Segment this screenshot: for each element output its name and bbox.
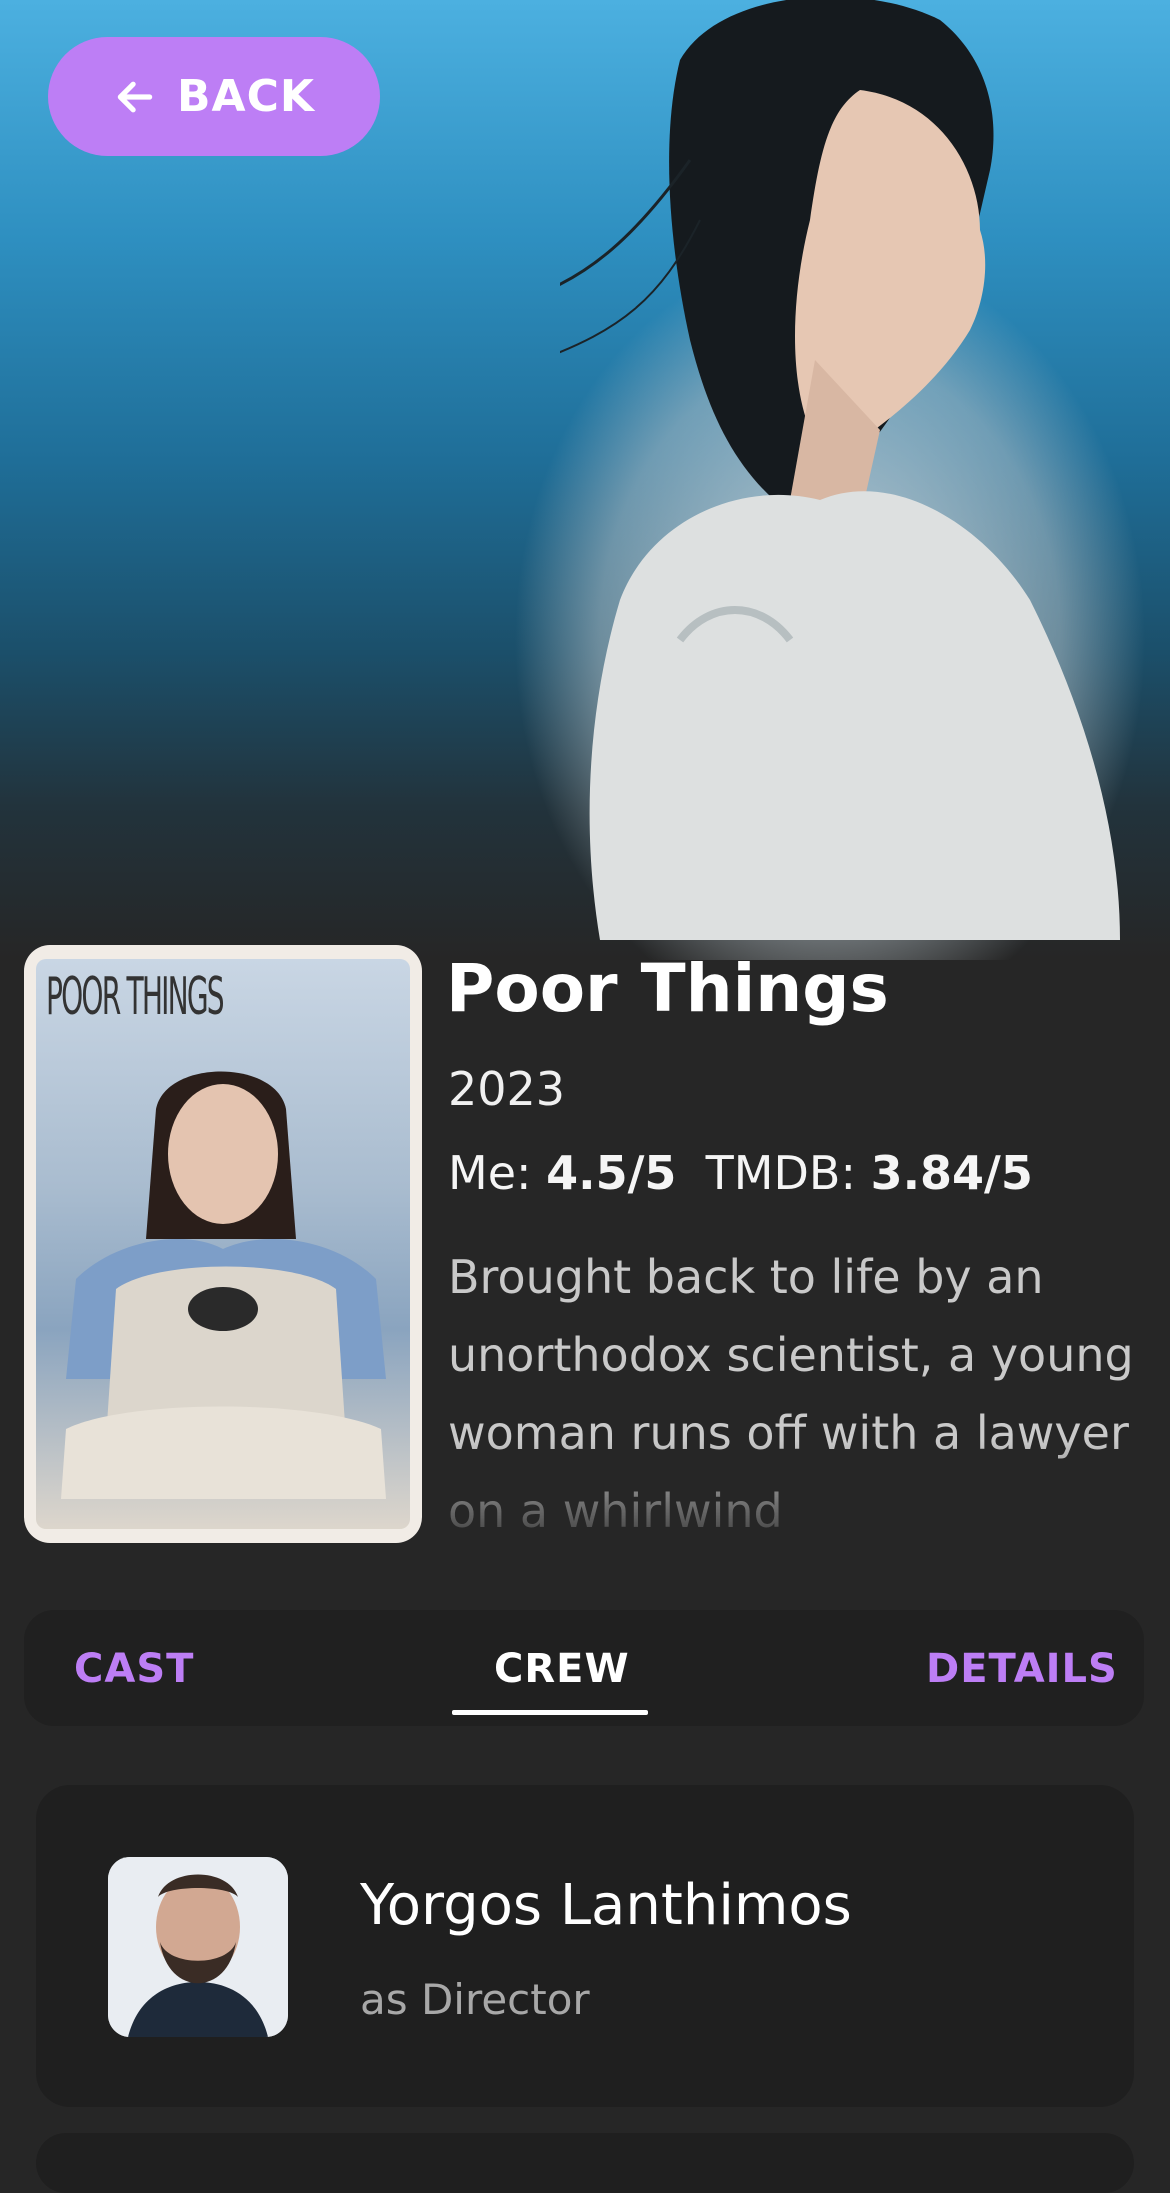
back-label: BACK bbox=[177, 71, 315, 122]
my-rating-value: 4.5/5 bbox=[546, 1146, 677, 1200]
backdrop-figure bbox=[560, 0, 1120, 940]
movie-year: 2023 bbox=[448, 1062, 566, 1116]
movie-poster: POOR THINGS bbox=[24, 945, 422, 1543]
active-tab-indicator bbox=[452, 1710, 648, 1715]
tmdb-rating-value: 3.84/5 bbox=[870, 1146, 1033, 1200]
movie-title: Poor Things bbox=[446, 950, 889, 1027]
person-photo bbox=[108, 1857, 288, 2037]
crew-card[interactable]: Yorgos Lanthimos as Director bbox=[36, 1785, 1134, 2107]
crew-avatar bbox=[108, 1857, 288, 2037]
my-rating-label: Me: bbox=[448, 1146, 532, 1200]
crew-role: as Director bbox=[360, 1975, 590, 2024]
tab-details[interactable]: DETAILS bbox=[926, 1646, 1118, 1692]
ratings-row: Me: 4.5/5 TMDB: 3.84/5 bbox=[448, 1146, 1033, 1200]
tmdb-rating-label: TMDB: bbox=[705, 1146, 856, 1200]
poster-artwork: POOR THINGS bbox=[36, 959, 410, 1529]
tab-bar: CAST CREW DETAILS bbox=[24, 1610, 1144, 1726]
poster-figure bbox=[61, 1071, 386, 1499]
movie-overview: Brought back to life by an unorthodox sc… bbox=[448, 1250, 1134, 1528]
back-button[interactable]: BACK bbox=[48, 37, 380, 156]
tab-crew[interactable]: CREW bbox=[494, 1646, 630, 1692]
crew-name: Yorgos Lanthimos bbox=[360, 1873, 852, 1938]
arrow-left-icon bbox=[117, 81, 153, 112]
crew-card-next[interactable] bbox=[36, 2133, 1134, 2193]
tab-cast[interactable]: CAST bbox=[74, 1646, 194, 1692]
